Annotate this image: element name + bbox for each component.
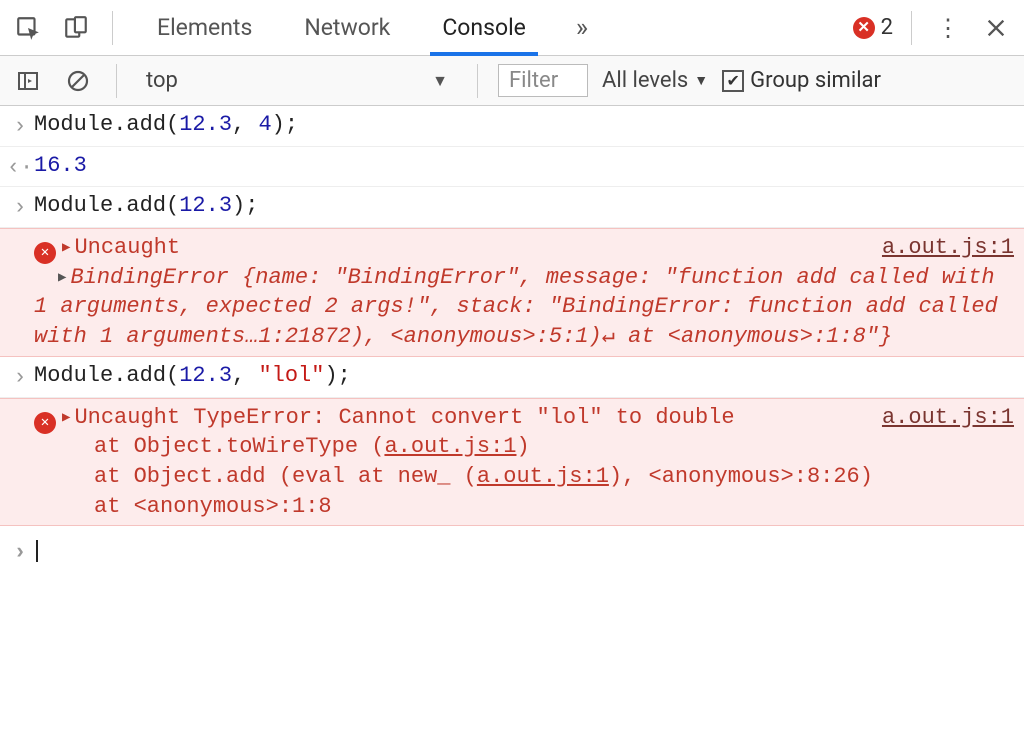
console-error-message[interactable]: ✕▶Uncaught TypeError: Cannot convert "lo… [34,403,1014,522]
devtools-top-toolbar: Elements Network Console » ✕ 2 ⋮ [0,0,1024,56]
stack-source-link[interactable]: a.out.js:1 [477,464,609,489]
group-similar-toggle[interactable]: ✔ Group similar [722,68,881,93]
context-dropdown[interactable]: top ▼ [137,64,457,97]
input-prompt-icon: › [6,361,34,393]
console-prompt-row[interactable]: › [0,526,1024,572]
console-input-row: › Module.add(12.3); [0,187,1024,228]
toggle-console-sidebar-icon[interactable] [10,63,46,99]
source-link[interactable]: a.out.js:1 [882,233,1014,263]
error-count-badge[interactable]: ✕ 2 [853,15,893,40]
chevron-down-icon: ▼ [432,71,448,91]
stack-source-link[interactable]: a.out.js:1 [384,434,516,459]
device-toggle-icon[interactable] [58,10,94,46]
separator [911,11,912,45]
filter-input[interactable]: Filter [498,64,588,97]
console-input-code[interactable]: Module.add(12.3); [34,191,1014,221]
separator [477,64,478,98]
console-input-row: › Module.add(12.3, "lol"); [0,357,1024,398]
expand-triangle-icon[interactable]: ▶ [62,240,70,256]
more-tabs-chevron-icon[interactable]: » [564,13,600,43]
error-count: 2 [881,15,893,40]
text-cursor [36,540,38,562]
console-toolbar: top ▼ Filter All levels ▼ ✔ Group simila… [0,56,1024,106]
expand-triangle-icon[interactable]: ▶ [62,410,70,426]
kebab-menu-icon[interactable]: ⋮ [930,10,966,46]
error-icon: ✕ [34,242,56,264]
inspect-element-icon[interactable] [10,10,46,46]
tab-elements[interactable]: Elements [131,0,278,55]
console-error-row: ✕▶Uncaught TypeError: Cannot convert "lo… [0,398,1024,527]
filter-placeholder: Filter [509,68,558,93]
console-error-message[interactable]: ✕▶Uncaught a.out.js:1 ▶BindingError {nam… [34,233,1014,352]
close-icon[interactable] [978,10,1014,46]
source-link[interactable]: a.out.js:1 [882,403,1014,433]
expand-triangle-icon[interactable]: ▶ [58,270,66,286]
log-levels-dropdown[interactable]: All levels ▼ [602,68,708,93]
console-input-row: › Module.add(12.3, 4); [0,106,1024,147]
separator [116,64,117,98]
chevron-down-icon: ▼ [694,72,708,89]
input-prompt-icon: › [6,191,34,223]
console-input-code[interactable]: Module.add(12.3, "lol"); [34,361,1014,391]
console-error-row: ✕▶Uncaught a.out.js:1 ▶BindingError {nam… [0,228,1024,357]
tab-console[interactable]: Console [416,0,552,55]
checkbox-checked-icon: ✔ [722,70,744,92]
error-icon: ✕ [34,412,56,434]
group-similar-label: Group similar [750,68,881,93]
panel-tabs: Elements Network Console [131,0,552,55]
context-value: top [146,68,178,93]
log-levels-label: All levels [602,68,688,93]
clear-console-icon[interactable] [60,63,96,99]
console-output: › Module.add(12.3, 4); ‹· 16.3 › Module.… [0,106,1024,572]
console-input-code[interactable]: Module.add(12.3, 4); [34,110,1014,140]
input-prompt-icon: › [6,110,34,142]
tab-network[interactable]: Network [278,0,416,55]
error-icon: ✕ [853,17,875,39]
console-prompt-input[interactable] [34,536,1014,568]
console-result-row: ‹· 16.3 [0,147,1024,188]
prompt-chevron-icon: › [6,536,34,568]
separator [112,11,113,45]
result-arrow-icon: ‹· [6,151,34,183]
console-result-value[interactable]: 16.3 [34,151,1014,181]
